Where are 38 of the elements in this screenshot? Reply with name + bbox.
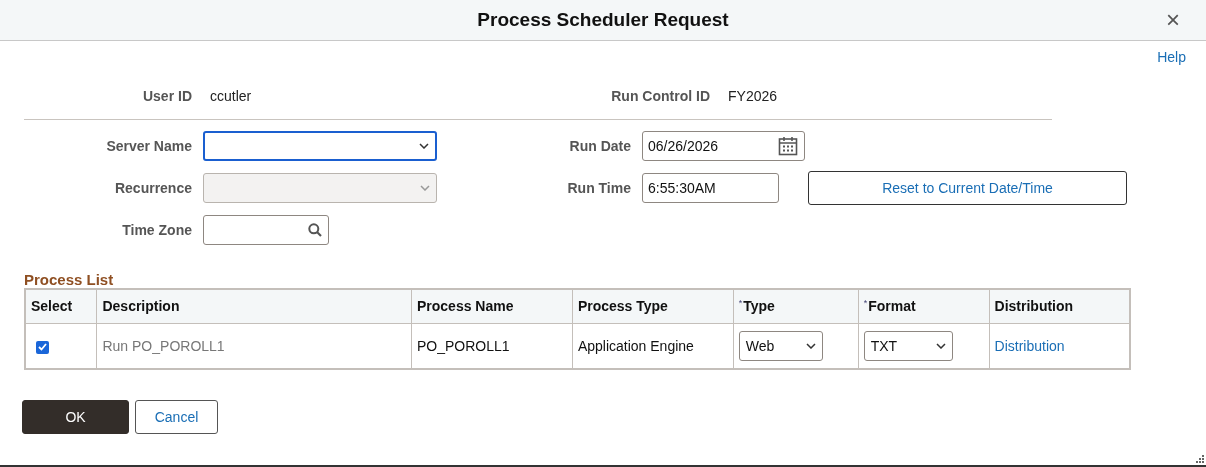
field-label: Time Zone xyxy=(121,222,192,238)
column-header: Select xyxy=(25,289,97,323)
field-value: FY2026 xyxy=(728,88,778,104)
cancel-button[interactable]: Cancel xyxy=(135,400,218,434)
field-label: Server Name xyxy=(105,138,192,154)
format-dropdown[interactable]: TXT xyxy=(863,330,953,361)
field-label: User ID xyxy=(141,88,192,104)
window-title: Process Scheduler Request xyxy=(477,9,729,31)
column-header: Process Type xyxy=(572,289,734,323)
date-field[interactable]: 06/26/2026 xyxy=(642,131,805,161)
field-label: Run Control ID xyxy=(610,88,710,104)
field-value: ccutler xyxy=(210,88,253,104)
resize-grip-icon[interactable] xyxy=(1196,455,1204,463)
close-button[interactable]: × xyxy=(1162,8,1184,32)
dropdown-field[interactable] xyxy=(203,131,437,161)
field-label: Run Time xyxy=(566,180,631,196)
column-header: Distribution xyxy=(989,289,1130,323)
search-icon xyxy=(308,223,322,237)
chevron-down-icon xyxy=(420,185,430,191)
calendar-icon xyxy=(778,136,798,156)
field-label: Recurrence xyxy=(113,180,192,196)
column-header: Process Name xyxy=(411,289,573,323)
time-field[interactable]: 6:55:30AM xyxy=(642,173,779,203)
column-header: *Type xyxy=(733,289,859,323)
section-title: Process List xyxy=(24,271,115,288)
chevron-down-icon xyxy=(805,342,816,349)
ok-button[interactable]: OK xyxy=(22,400,129,434)
type-dropdown[interactable]: Web xyxy=(738,330,823,361)
help-link[interactable]: Help xyxy=(1157,49,1186,69)
column-header: *Format xyxy=(858,289,990,323)
column-header: Description xyxy=(96,289,412,323)
distribution-link[interactable]: Distribution xyxy=(994,337,1065,354)
search-field[interactable] xyxy=(203,215,329,245)
reset-button[interactable]: Reset to Current Date/Time xyxy=(808,171,1127,205)
checkbox[interactable] xyxy=(36,340,49,354)
chevron-down-icon xyxy=(419,143,429,149)
field-label: Run Date xyxy=(568,138,631,154)
chevron-down-icon xyxy=(935,342,946,349)
